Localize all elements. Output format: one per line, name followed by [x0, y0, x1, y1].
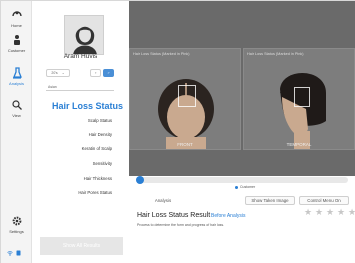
nav-item-settings[interactable]: Settings — [1, 215, 32, 234]
nav-item-home[interactable]: Home — [1, 9, 32, 28]
nav-item-customer[interactable]: Customer — [1, 34, 32, 53]
nav-label-view: View — [12, 113, 21, 118]
customer-portrait-icon — [65, 16, 103, 54]
show-taken-image-button[interactable]: Show Taken Image — [245, 196, 295, 205]
front-caption: FRONT — [177, 142, 193, 147]
result-description: Process to determine the form and progre… — [137, 223, 225, 227]
nav-rail: Home Customer Analysis View Settings — [1, 1, 32, 263]
male-icon: ♂ — [107, 71, 110, 75]
temporal-caption: TEMPORAL — [286, 142, 312, 147]
front-image-label: Hair Loss Status (Marked in Pink) — [133, 52, 190, 56]
analysis-icon — [12, 67, 22, 79]
show-all-results-button[interactable]: Show All Results — [40, 237, 123, 255]
menu-item-hair-pores[interactable]: Hair Pores Status — [32, 190, 112, 195]
avatar — [64, 15, 104, 55]
nav-item-view[interactable]: View — [1, 99, 32, 118]
customer-icon — [13, 35, 20, 45]
customer-name: Aram Huvis — [63, 53, 98, 60]
legend-label: Customer — [240, 185, 256, 189]
female-icon: ♀ — [94, 71, 97, 75]
menu-item-keratin[interactable]: Keratin of Scalp — [32, 146, 112, 151]
main-area: Hair Loss Status (Marked in Pink) FRONT … — [129, 1, 355, 263]
temporal-image-label: Hair Loss Status (Marked in Pink) — [247, 52, 304, 56]
status-indicators — [7, 250, 27, 256]
home-icon — [11, 11, 22, 17]
star-icon[interactable]: ★ — [315, 209, 323, 218]
menu-title[interactable]: Hair Loss Status — [32, 101, 123, 111]
nav-label-analysis: Analysis — [9, 81, 24, 86]
image-viewer: Hair Loss Status (Marked in Pink) FRONT … — [129, 1, 355, 176]
nav-item-analysis[interactable]: Analysis — [1, 67, 32, 86]
star-icon[interactable]: ★ — [326, 209, 334, 218]
app-window: Home Customer Analysis View Settings Ara… — [0, 0, 355, 263]
timeline-slider[interactable] — [136, 176, 348, 184]
menu-item-hair-density[interactable]: Hair Density — [32, 132, 112, 137]
device-icon — [16, 250, 21, 256]
front-image-card[interactable]: Hair Loss Status (Marked in Pink) FRONT — [129, 48, 241, 150]
control-menu-button[interactable]: Control Menu On — [299, 196, 349, 205]
focus-frame — [294, 87, 310, 107]
legend: Customer — [235, 185, 255, 189]
rating-stars: ★ ★ ★ ★ ★ — [304, 209, 355, 218]
menu-item-hair-thickness[interactable]: Hair Thickness — [32, 176, 112, 181]
star-icon[interactable]: ★ — [337, 209, 345, 218]
temporal-image-card[interactable]: Hair Loss Status (Marked in Pink) TEMPOR… — [243, 48, 355, 150]
gender-female-button[interactable]: ♀ — [90, 69, 101, 77]
menu-item-sensitivity[interactable]: Sensitivity — [32, 161, 112, 166]
star-icon[interactable]: ★ — [348, 209, 355, 218]
age-select-value: 20's — [51, 71, 58, 75]
nav-label-settings: Settings — [9, 229, 24, 234]
result-title: Hair Loss Status Result — [137, 212, 211, 219]
before-analysis-link[interactable]: Before Analysis — [211, 213, 245, 219]
focus-frame — [178, 85, 196, 107]
gender-male-button[interactable]: ♂ — [103, 69, 114, 77]
view-icon — [11, 100, 22, 110]
side-panel: Aram Huvis 20's ⌄ ♀ ♂ Asian Hair Loss St… — [32, 1, 129, 263]
nav-label-customer: Customer — [7, 48, 26, 53]
slider-knob[interactable] — [136, 176, 144, 184]
menu-item-scalp-status[interactable]: Scalp Status — [32, 118, 112, 123]
star-icon[interactable]: ★ — [304, 209, 312, 218]
settings-icon — [12, 216, 21, 226]
chevron-down-icon: ⌄ — [61, 71, 65, 75]
legend-dot-icon — [235, 185, 238, 189]
region-select-value: Asian — [48, 85, 57, 89]
region-select[interactable]: Asian — [46, 85, 114, 91]
nav-label-home: Home — [11, 23, 22, 28]
wifi-icon — [7, 251, 13, 256]
age-select[interactable]: 20's ⌄ — [46, 69, 70, 77]
analysis-button[interactable]: Analysis — [143, 196, 183, 205]
